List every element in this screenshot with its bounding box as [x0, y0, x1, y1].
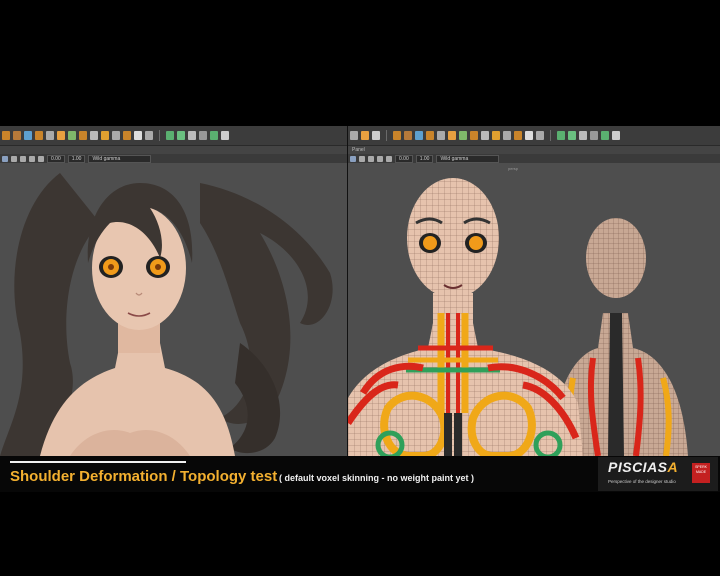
shelf-tool-icon[interactable]: [35, 131, 43, 140]
colorspace-select[interactable]: Wild gamma: [436, 154, 500, 163]
shelf-tool-icon[interactable]: [145, 131, 153, 140]
shelf-tool-icon[interactable]: [221, 131, 229, 140]
shelf-tool-icon[interactable]: [101, 131, 109, 140]
shelf-tool-icon[interactable]: [404, 131, 412, 140]
gamma-field[interactable]: 1.00: [67, 154, 86, 163]
lighting-icon[interactable]: [29, 155, 35, 162]
left-panel-toolbar: 0.00 1.00 Wild gamma: [0, 154, 347, 163]
shelf-tool-icon[interactable]: [568, 131, 576, 140]
shelf-tool-icon[interactable]: [166, 131, 174, 140]
shelf-tool-icon[interactable]: [188, 131, 196, 140]
pupil-right: [155, 264, 161, 270]
brand-name-accent: A: [667, 459, 679, 475]
back-head-mesh: [586, 218, 646, 298]
shelf-tool-icon[interactable]: [470, 131, 478, 140]
colorspace-select[interactable]: Wild gamma: [88, 154, 152, 163]
grid-icon[interactable]: [11, 155, 17, 162]
left-render-view: [0, 173, 333, 456]
toolbar-separator: [159, 130, 160, 141]
camera-icon[interactable]: [2, 155, 8, 162]
right-shelf-toolbar: [348, 126, 720, 146]
spine-weight-band: [608, 313, 624, 456]
gamma-field[interactable]: 1.00: [415, 154, 434, 163]
shelf-tool-icon[interactable]: [557, 131, 565, 140]
eye-iris-left: [423, 236, 437, 250]
shelf-tool-icon[interactable]: [514, 131, 522, 140]
shelf-tool-icon[interactable]: [536, 131, 544, 140]
shelf-tool-icon[interactable]: [90, 131, 98, 140]
shelf-tool-icon[interactable]: [68, 131, 76, 140]
left-viewport[interactable]: 0.00 1.00 Wild gamma: [0, 126, 347, 456]
shelf-tool-icon[interactable]: [590, 131, 598, 140]
shelf-tool-icon[interactable]: [579, 131, 587, 140]
toolbar-separator: [386, 130, 387, 141]
shelf-tool-icon[interactable]: [492, 131, 500, 140]
right-wireframe-view: [348, 178, 688, 456]
caption-underline: [10, 461, 186, 463]
brand-tagline: Perspective of the designer studio: [608, 479, 676, 484]
shelf-tool-icon[interactable]: [57, 131, 65, 140]
shelf-tool-icon[interactable]: [525, 131, 533, 140]
brand-badge: SPERK MADE: [692, 463, 710, 483]
caption-title: Shoulder Deformation / Topology test: [10, 468, 278, 485]
camera-icon[interactable]: [350, 155, 356, 162]
lighting-icon[interactable]: [377, 155, 383, 162]
caption-subtitle: ( default voxel skinning - no weight pai…: [279, 473, 475, 483]
toolbar-separator: [550, 130, 551, 141]
shelf-tool-icon[interactable]: [437, 131, 445, 140]
shading-icon[interactable]: [368, 155, 374, 162]
shelf-tool-icon[interactable]: [123, 131, 131, 140]
shelf-tool-icon[interactable]: [177, 131, 185, 140]
eye-iris-right: [469, 236, 483, 250]
right-panel-toolbar: 0.00 1.00 Wild gamma: [348, 154, 720, 163]
shelf-tool-icon[interactable]: [415, 131, 423, 140]
exposure-field[interactable]: 0.00: [47, 154, 65, 163]
shelf-tool-icon[interactable]: [393, 131, 401, 140]
shelf-tool-icon[interactable]: [448, 131, 456, 140]
shading-icon[interactable]: [20, 155, 26, 162]
brand-logo: PISCIASA Perspective of the designer stu…: [598, 457, 718, 491]
shelf-tool-icon[interactable]: [481, 131, 489, 140]
isolate-icon[interactable]: [38, 155, 44, 162]
shelf-tool-icon[interactable]: [2, 131, 10, 140]
letterbox-bottom: [0, 492, 720, 576]
left-shelf-toolbar: [0, 126, 347, 146]
right-panel-menu[interactable]: Panel: [348, 146, 720, 154]
shelf-tool-icon[interactable]: [372, 131, 380, 140]
isolate-icon[interactable]: [386, 155, 392, 162]
shelf-tool-icon[interactable]: [210, 131, 218, 140]
brand-name-main: PISCIAS: [608, 459, 668, 475]
shelf-tool-icon[interactable]: [13, 131, 21, 140]
shelf-tool-icon[interactable]: [361, 131, 369, 140]
pupil-left: [108, 264, 114, 270]
shelf-tool-icon[interactable]: [601, 131, 609, 140]
shelf-tool-icon[interactable]: [46, 131, 54, 140]
right-viewport[interactable]: Panel 0.00 1.00 Wild gamma persp: [348, 126, 720, 456]
shelf-tool-icon[interactable]: [112, 131, 120, 140]
exposure-field[interactable]: 0.00: [395, 154, 413, 163]
shelf-tool-icon[interactable]: [24, 131, 32, 140]
shelf-tool-icon[interactable]: [612, 131, 620, 140]
brand-name: PISCIASA: [608, 459, 678, 475]
shelf-tool-icon[interactable]: [503, 131, 511, 140]
grid-icon[interactable]: [359, 155, 365, 162]
letterbox-top: [0, 0, 720, 126]
shelf-tool-icon[interactable]: [79, 131, 87, 140]
shelf-tool-icon[interactable]: [459, 131, 467, 140]
shelf-tool-icon[interactable]: [134, 131, 142, 140]
shelf-tool-icon[interactable]: [199, 131, 207, 140]
left-panel-menu: [0, 146, 347, 154]
shelf-tool-icon[interactable]: [426, 131, 434, 140]
shelf-tool-icon[interactable]: [350, 131, 358, 140]
